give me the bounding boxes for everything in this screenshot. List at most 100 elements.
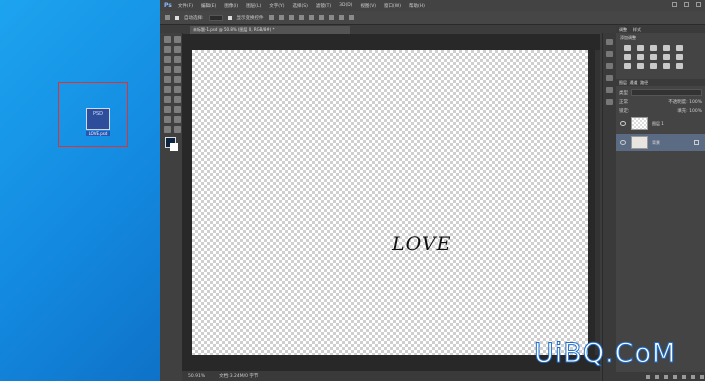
history-icon[interactable]	[606, 39, 613, 45]
menu-item-window[interactable]: 窗口(W)	[384, 3, 401, 9]
lasso-icon[interactable]	[164, 46, 171, 53]
healing-brush-icon[interactable]	[164, 66, 171, 73]
align-top-icon[interactable]	[268, 15, 274, 20]
group-icon[interactable]	[682, 374, 686, 379]
invert-icon[interactable]	[624, 63, 631, 69]
menu-item-file[interactable]: 文件(F)	[178, 3, 193, 9]
properties-icon[interactable]	[606, 51, 613, 57]
photo-filter-icon[interactable]	[663, 54, 670, 60]
curves-icon[interactable]	[650, 45, 657, 51]
layer-name[interactable]: 背景	[652, 140, 660, 146]
character-icon[interactable]	[606, 63, 613, 69]
menu-item-filter[interactable]: 滤镜(T)	[316, 3, 331, 9]
move-icon[interactable]	[164, 36, 171, 43]
swatches-icon[interactable]	[606, 99, 613, 105]
channel-mixer-icon[interactable]	[676, 54, 683, 60]
tab-adjustments[interactable]: 调整	[619, 26, 627, 33]
brush-icon[interactable]	[174, 66, 181, 73]
type-icon[interactable]	[174, 106, 181, 113]
path-select-icon[interactable]	[164, 116, 171, 123]
auto-select-label: 自动选择:	[184, 15, 204, 21]
trash-icon[interactable]	[700, 374, 704, 379]
gradient-map-icon[interactable]	[663, 63, 670, 69]
gradient-icon[interactable]	[174, 86, 181, 93]
tab-paths[interactable]: 路径	[640, 80, 648, 85]
layer-name[interactable]: 图层 1	[652, 121, 664, 127]
blend-mode-dropdown[interactable]: 正常	[619, 99, 628, 105]
align-left-icon[interactable]	[298, 15, 304, 20]
fill-field[interactable]: 填充: 100%	[677, 108, 702, 114]
eraser-icon[interactable]	[164, 86, 171, 93]
align-center-icon[interactable]	[308, 15, 314, 20]
levels-icon[interactable]	[637, 45, 644, 51]
crop-icon[interactable]	[164, 56, 171, 63]
psd-file-icon[interactable]: PSD LOVE.psd	[86, 108, 110, 136]
adjust-title: 添加调整	[620, 35, 636, 40]
eyedropper-icon[interactable]	[174, 56, 181, 63]
auto-select-checkbox[interactable]	[175, 15, 179, 20]
paragraph-icon[interactable]	[606, 75, 613, 81]
info-icon[interactable]	[606, 87, 613, 93]
transparent-canvas[interactable]: LOVE	[192, 50, 588, 355]
close-icon[interactable]	[696, 2, 701, 7]
bw-icon[interactable]	[650, 54, 657, 60]
zoom-level[interactable]: 50.91%	[188, 374, 205, 379]
posterize-icon[interactable]	[637, 63, 644, 69]
pen-icon[interactable]	[164, 106, 171, 113]
document-tab[interactable]: 未标题-1.psd @ 50.8% (图层 0, RGB/8#) *	[190, 26, 350, 34]
layer-row-1[interactable]: 图层 1	[616, 115, 705, 132]
minimize-icon[interactable]	[672, 2, 677, 7]
tab-styles[interactable]: 样式	[633, 26, 641, 33]
menu-item-image[interactable]: 图像(I)	[224, 3, 238, 9]
exposure-icon[interactable]	[663, 45, 670, 51]
menu-item-edit[interactable]: 编辑(E)	[201, 3, 216, 9]
selective-color-icon[interactable]	[676, 63, 683, 69]
tab-layers[interactable]: 图层	[619, 80, 627, 85]
distribute-icon[interactable]	[328, 15, 334, 20]
balance-icon[interactable]	[637, 54, 644, 60]
fx-icon[interactable]	[655, 374, 659, 379]
tab-channels[interactable]: 通道	[630, 80, 638, 85]
menu-item-view[interactable]: 视图(V)	[360, 3, 376, 9]
hue-icon[interactable]	[624, 54, 631, 60]
visibility-eye-icon[interactable]	[620, 121, 626, 126]
menu-item-select[interactable]: 选择(S)	[292, 3, 307, 9]
maximize-icon[interactable]	[684, 2, 689, 7]
threshold-icon[interactable]	[650, 63, 657, 69]
visibility-eye-icon[interactable]	[620, 140, 626, 145]
hand-icon[interactable]	[164, 126, 171, 133]
opacity-field[interactable]: 不透明度: 100%	[668, 99, 702, 105]
align-right-icon[interactable]	[318, 15, 324, 20]
history-brush-icon[interactable]	[174, 76, 181, 83]
move-tool-icon[interactable]	[165, 15, 170, 20]
brightness-icon[interactable]	[624, 45, 631, 51]
align-bottom-icon[interactable]	[288, 15, 294, 20]
menu-item-layer[interactable]: 图层(L)	[246, 3, 261, 9]
mask-icon[interactable]	[664, 374, 668, 379]
lock-row: 锁定: 填充: 100%	[619, 107, 702, 114]
menu-item-3d[interactable]: 3D(D)	[339, 3, 352, 8]
3d-mode-icon[interactable]	[348, 15, 354, 20]
distribute-h-icon[interactable]	[338, 15, 344, 20]
blur-icon[interactable]	[164, 96, 171, 103]
background-color-swatch[interactable]	[170, 143, 178, 151]
new-layer-icon[interactable]	[691, 374, 695, 379]
link-layers-icon[interactable]	[646, 374, 650, 379]
dodge-icon[interactable]	[174, 96, 181, 103]
vertical-scrollbar[interactable]	[595, 50, 600, 355]
menu-item-help[interactable]: 帮助(H)	[409, 3, 425, 9]
adjustment-layer-icon[interactable]	[673, 374, 677, 379]
show-transform-checkbox[interactable]	[227, 15, 232, 20]
zoom-icon[interactable]	[174, 126, 181, 133]
layer-row-background[interactable]: 背景	[616, 134, 705, 151]
marquee-icon[interactable]	[174, 36, 181, 43]
shape-icon[interactable]	[174, 116, 181, 123]
magic-wand-icon[interactable]	[174, 46, 181, 53]
menu-item-type[interactable]: 文字(Y)	[269, 3, 284, 9]
vibrance-icon[interactable]	[676, 45, 683, 51]
align-middle-icon[interactable]	[278, 15, 284, 20]
kind-label[interactable]: 类型	[619, 90, 628, 96]
auto-select-dropdown[interactable]	[208, 14, 223, 21]
clone-stamp-icon[interactable]	[164, 76, 171, 83]
filter-dropdown[interactable]	[631, 89, 702, 96]
